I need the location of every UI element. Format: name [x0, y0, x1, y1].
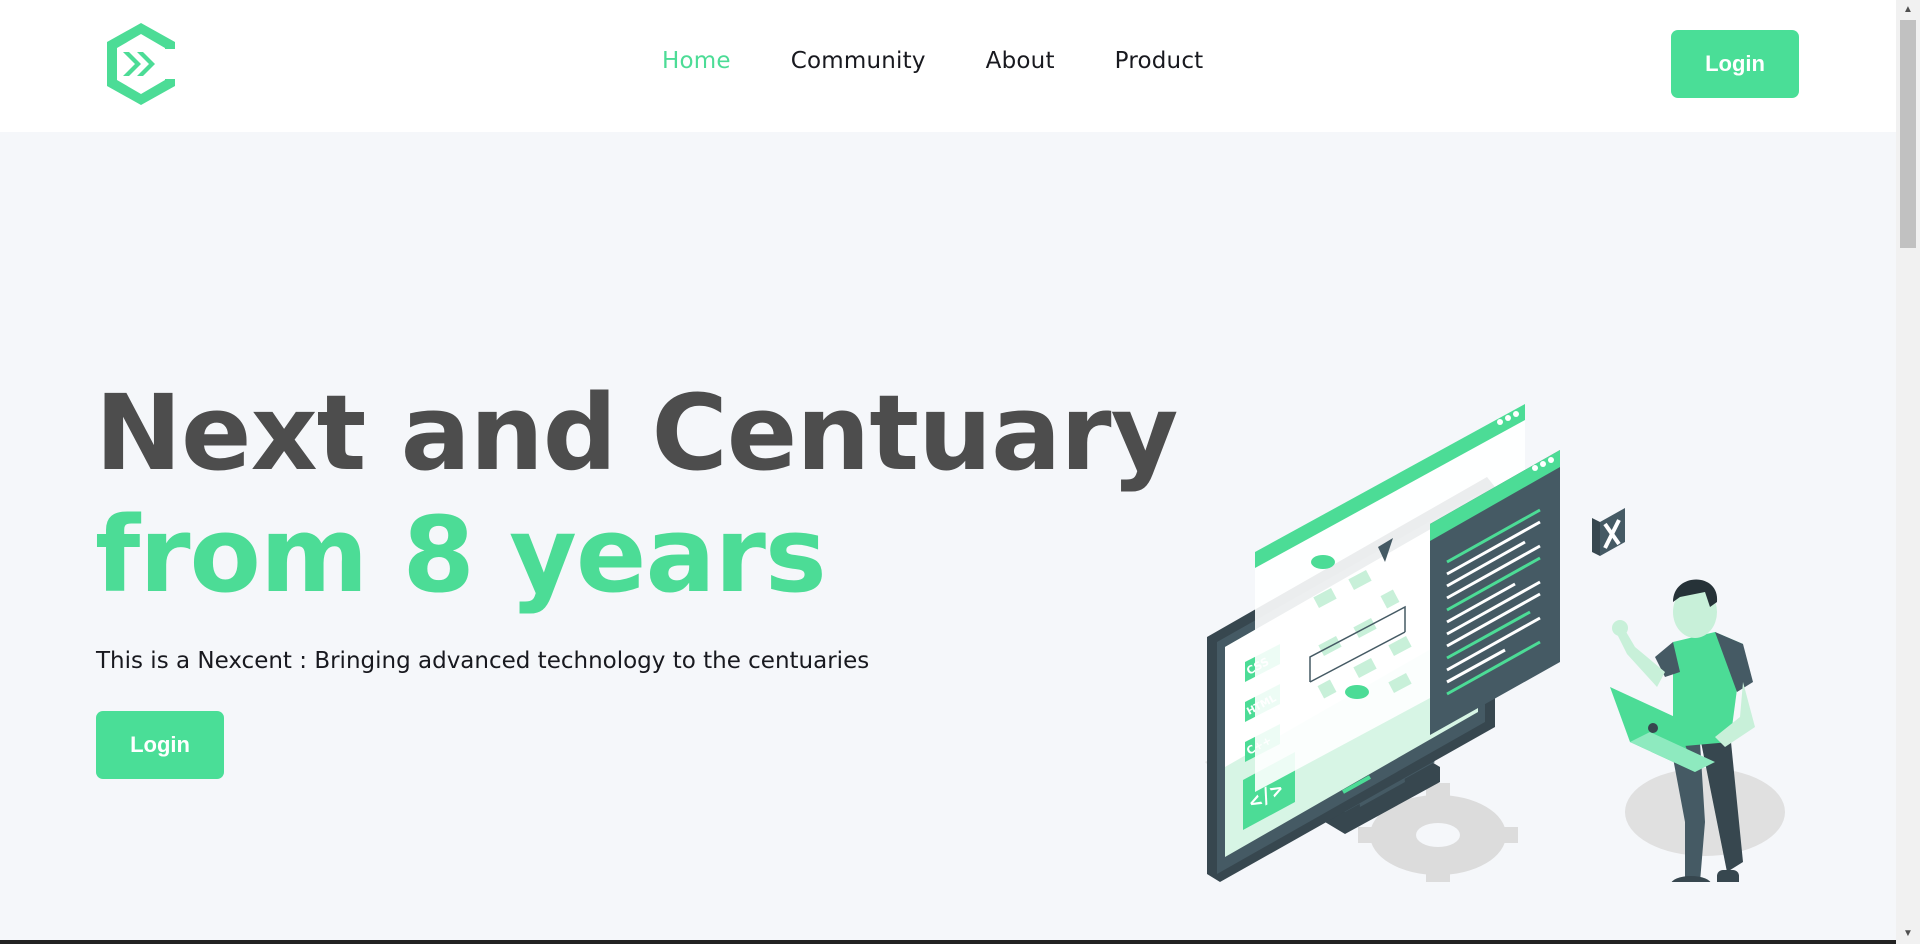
hero-title-line2: from 8 years — [95, 494, 827, 616]
hero-login-button[interactable]: Login — [96, 711, 224, 779]
scroll-up-arrow-icon[interactable]: ▲ — [1896, 0, 1920, 20]
nav-about[interactable]: About — [986, 48, 1055, 74]
developer-illustration: CSS HTML C++ </> — [1205, 404, 1785, 882]
nexcent-logo-icon[interactable] — [101, 19, 181, 109]
hero-title-line1: Next and Centuary — [95, 372, 1178, 494]
nav-home[interactable]: Home — [662, 48, 731, 74]
bottom-border — [0, 940, 1896, 944]
vertical-scrollbar[interactable]: ▲ ▼ — [1896, 0, 1920, 944]
scroll-down-arrow-icon[interactable]: ▼ — [1896, 924, 1920, 944]
close-icon — [1592, 508, 1625, 556]
site-header: Home Community About Product Login — [0, 0, 1896, 132]
header-login-button[interactable]: Login — [1671, 30, 1799, 98]
scroll-thumb[interactable] — [1900, 20, 1916, 248]
nav-product[interactable]: Product — [1115, 48, 1204, 74]
main-nav: Home Community About Product — [662, 48, 1263, 74]
hero-subtitle: This is a Nexcent : Bringing advanced te… — [96, 648, 870, 674]
nav-community[interactable]: Community — [791, 48, 926, 74]
hero-section: Next and Centuary from 8 years This is a… — [0, 132, 1896, 944]
